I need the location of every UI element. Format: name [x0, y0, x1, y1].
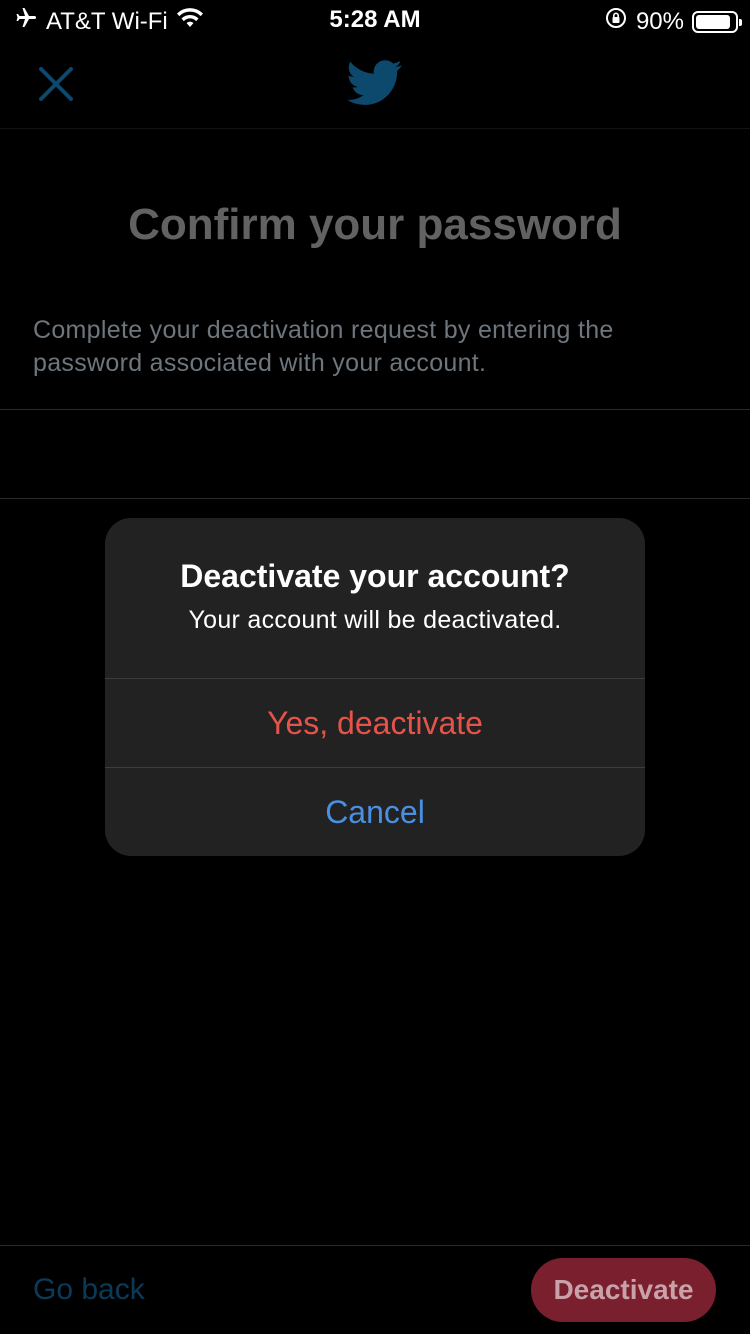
nav-bar — [0, 40, 750, 129]
go-back-button[interactable]: Go back — [33, 1273, 145, 1307]
footer-divider — [0, 1245, 750, 1246]
divider — [0, 409, 750, 410]
status-bar: AT&T Wi-Fi 5:28 AM 90% — [0, 0, 750, 40]
dialog-message: Your account will be deactivated. — [188, 606, 562, 634]
dialog-title: Deactivate your account? — [180, 558, 570, 594]
password-field-area — [0, 498, 750, 499]
status-right: 90% — [604, 6, 742, 37]
rotation-lock-icon — [604, 6, 628, 37]
yes-deactivate-button[interactable]: Yes, deactivate — [105, 679, 645, 767]
deactivate-button[interactable]: Deactivate — [531, 1258, 716, 1322]
battery-icon — [692, 10, 742, 33]
battery-cap — [739, 18, 742, 26]
close-icon[interactable] — [36, 64, 76, 104]
page-title: Confirm your password — [128, 200, 622, 249]
battery-percent: 90% — [635, 7, 684, 35]
confirm-dialog: Deactivate your account? Your account wi… — [105, 518, 645, 856]
page-description: Complete your deactivation request by en… — [33, 316, 614, 377]
battery-fill — [696, 14, 731, 29]
screen: AT&T Wi-Fi 5:28 AM 90% Confirm your pass… — [0, 0, 750, 1334]
twitter-bird-icon — [347, 59, 403, 107]
cancel-button[interactable]: Cancel — [105, 768, 645, 856]
